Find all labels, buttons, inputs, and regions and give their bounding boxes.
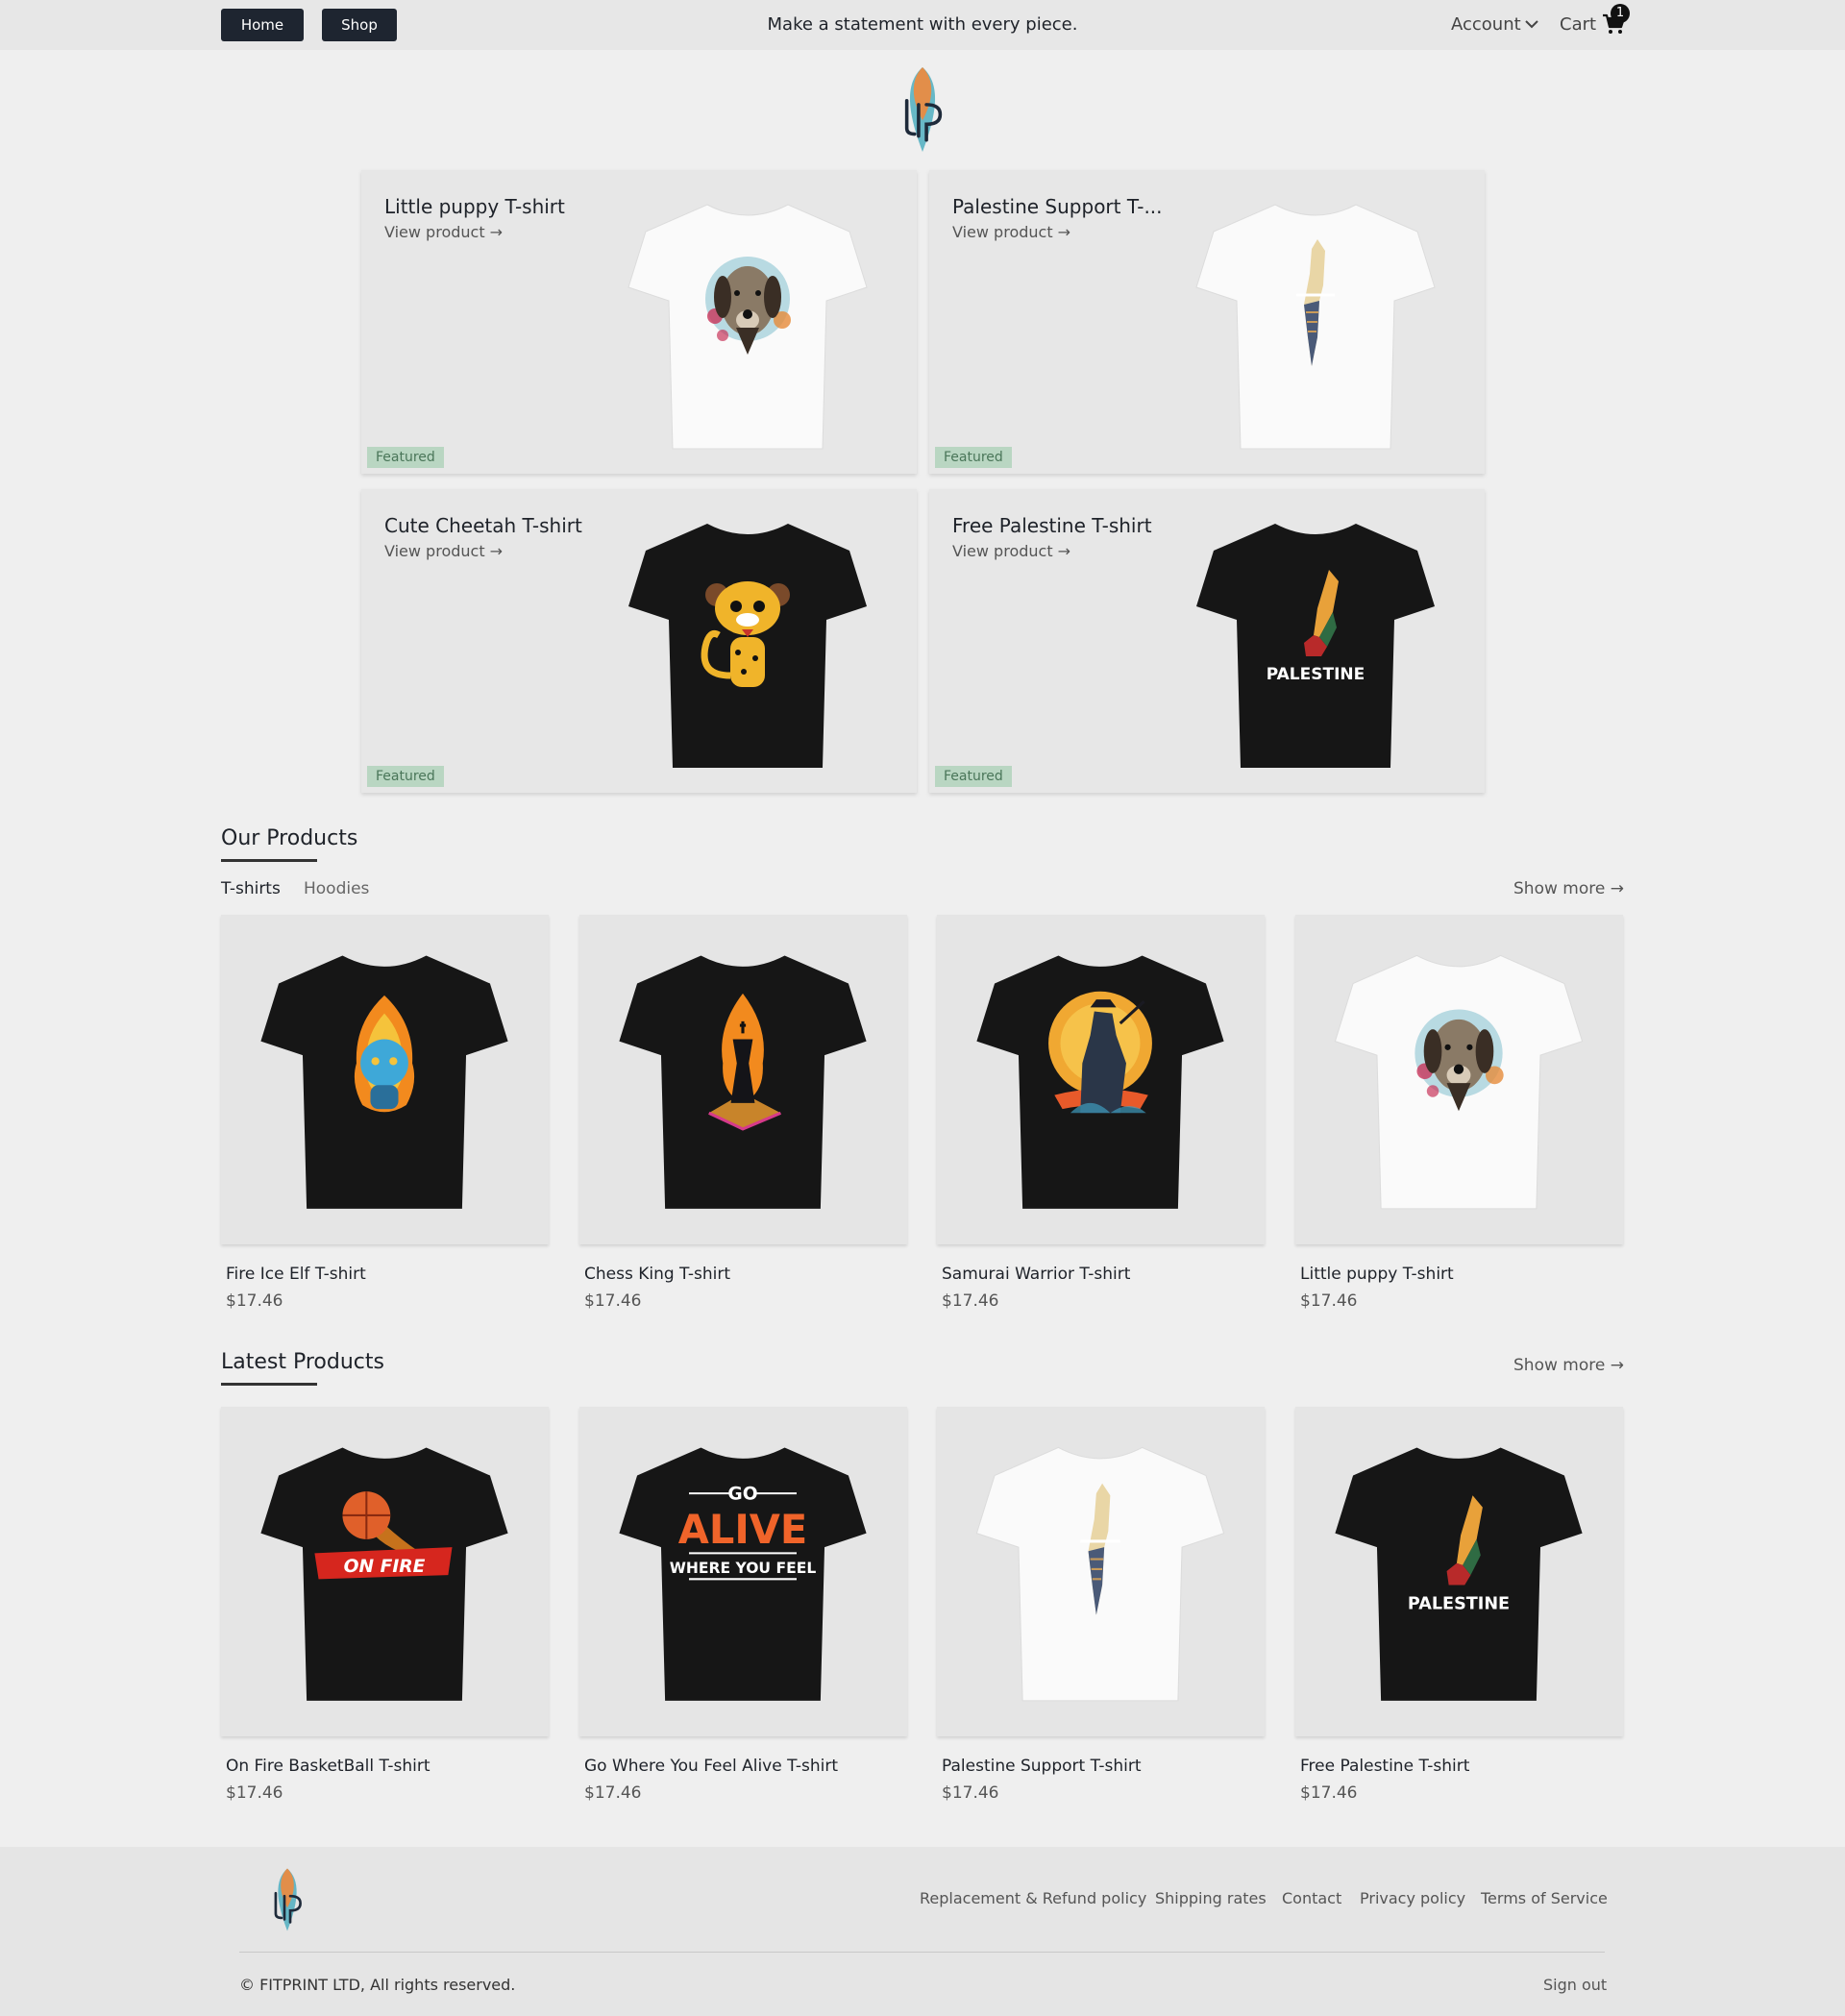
- view-product-link[interactable]: View product →: [952, 542, 1070, 560]
- product-name[interactable]: Go Where You Feel Alive T-shirt: [584, 1757, 838, 1776]
- product-price: $17.46: [1300, 1291, 1358, 1311]
- product-image[interactable]: [937, 1407, 1265, 1736]
- product-name[interactable]: Palestine Support T-shirt: [942, 1757, 1142, 1776]
- product-card[interactable]: Samurai Warrior T-shirt $17.46: [937, 915, 1265, 1311]
- heading-underline: [221, 859, 317, 862]
- account-label: Account: [1451, 14, 1521, 35]
- product-image[interactable]: PALESTINE: [1295, 1407, 1623, 1736]
- product-name[interactable]: Fire Ice Elf T-shirt: [226, 1265, 366, 1284]
- print-text: GO: [727, 1484, 757, 1504]
- featured-title: Palestine Support T-...: [952, 195, 1163, 218]
- show-more-link[interactable]: Show more →: [1513, 1356, 1624, 1375]
- account-menu[interactable]: Account: [1451, 14, 1538, 35]
- product-card[interactable]: GO ALIVE WHERE YOU FEEL Go Where You Fee…: [579, 1407, 907, 1803]
- cart-count-badge: 1: [1611, 4, 1630, 23]
- footer-divider: [239, 1952, 1605, 1953]
- show-more-link[interactable]: Show more →: [1513, 879, 1624, 898]
- black-tshirt-image: PALESTINE: [1191, 512, 1440, 772]
- sign-out-link[interactable]: Sign out: [1543, 1976, 1607, 1994]
- black-tshirt-image: [613, 944, 873, 1213]
- product-card[interactable]: Fire Ice Elf T-shirt $17.46: [221, 915, 549, 1311]
- product-card[interactable]: Little puppy T-shirt $17.46: [1295, 915, 1623, 1311]
- white-tshirt-image: [1191, 193, 1440, 453]
- footer-logo[interactable]: [263, 1867, 311, 1932]
- product-price: $17.46: [942, 1291, 999, 1311]
- black-tshirt-image: GO ALIVE WHERE YOU FEEL: [613, 1436, 873, 1705]
- brand-logo[interactable]: [890, 65, 955, 154]
- featured-card[interactable]: Cute Cheetah T-shirt View product → Feat…: [361, 489, 917, 793]
- product-image[interactable]: [221, 915, 549, 1244]
- product-price: $17.46: [942, 1783, 999, 1803]
- black-tshirt-image: [623, 512, 873, 772]
- footer-link-terms-of-service[interactable]: Terms of Service: [1481, 1889, 1608, 1907]
- product-card[interactable]: Chess King T-shirt $17.46: [579, 915, 907, 1311]
- product-price: $17.46: [1300, 1783, 1358, 1803]
- product-image[interactable]: [1295, 915, 1623, 1244]
- product-price: $17.46: [226, 1783, 283, 1803]
- white-tshirt-image: [623, 193, 873, 453]
- product-card[interactable]: ON FIRE On Fire BasketBall T-shirt $17.4…: [221, 1407, 549, 1803]
- product-name[interactable]: Samurai Warrior T-shirt: [942, 1265, 1130, 1284]
- cart-link[interactable]: Cart: [1560, 14, 1596, 35]
- product-image[interactable]: GO ALIVE WHERE YOU FEEL: [579, 1407, 907, 1736]
- view-product-link[interactable]: View product →: [952, 223, 1070, 241]
- black-tshirt-image: PALESTINE: [1329, 1436, 1588, 1705]
- featured-card[interactable]: Free Palestine T-shirt View product → PA…: [929, 489, 1485, 793]
- print-text: ALIVE: [678, 1506, 807, 1553]
- footer-link-shipping-rates[interactable]: Shipping rates: [1155, 1889, 1267, 1907]
- product-name[interactable]: Little puppy T-shirt: [1300, 1265, 1454, 1284]
- view-product-link[interactable]: View product →: [384, 223, 503, 241]
- print-text: PALESTINE: [1267, 665, 1365, 684]
- print-text: WHERE YOU FEEL: [670, 1560, 817, 1577]
- featured-card[interactable]: Palestine Support T-... View product → F…: [929, 170, 1485, 474]
- product-card[interactable]: PALESTINE Free Palestine T-shirt $17.46: [1295, 1407, 1623, 1803]
- print-text: PALESTINE: [1408, 1594, 1510, 1613]
- product-name[interactable]: On Fire BasketBall T-shirt: [226, 1757, 430, 1776]
- product-image[interactable]: [579, 915, 907, 1244]
- samurai-icon: [1048, 991, 1152, 1114]
- white-tshirt-image: [971, 1436, 1230, 1705]
- heading-underline: [221, 1383, 317, 1386]
- footer-link-refund-policy[interactable]: Replacement & Refund policy: [920, 1889, 1146, 1907]
- our-products-heading: Our Products: [221, 826, 358, 850]
- product-image[interactable]: ON FIRE: [221, 1407, 549, 1736]
- view-product-link[interactable]: View product →: [384, 542, 503, 560]
- featured-title: Free Palestine T-shirt: [952, 514, 1152, 537]
- latest-products-heading: Latest Products: [221, 1350, 384, 1374]
- product-price: $17.46: [584, 1783, 642, 1803]
- product-name[interactable]: Chess King T-shirt: [584, 1265, 730, 1284]
- cart-label: Cart: [1560, 14, 1597, 35]
- tab-hoodies[interactable]: Hoodies: [304, 879, 369, 898]
- chevron-down-icon: [1525, 20, 1538, 29]
- product-price: $17.46: [584, 1291, 642, 1311]
- product-image[interactable]: [937, 915, 1265, 1244]
- black-tshirt-image: [255, 944, 514, 1213]
- featured-title: Cute Cheetah T-shirt: [384, 514, 582, 537]
- product-card[interactable]: Palestine Support T-shirt $17.46: [937, 1407, 1265, 1803]
- black-tshirt-image: ON FIRE: [255, 1436, 514, 1705]
- featured-badge: Featured: [935, 766, 1012, 787]
- featured-card[interactable]: Little puppy T-shirt View product → Feat…: [361, 170, 917, 474]
- product-name[interactable]: Free Palestine T-shirt: [1300, 1757, 1469, 1776]
- featured-badge: Featured: [367, 447, 444, 468]
- black-tshirt-image: [971, 944, 1230, 1213]
- copyright-text: © FITPRINT LTD, All rights reserved.: [239, 1976, 516, 1994]
- footer-link-privacy-policy[interactable]: Privacy policy: [1360, 1889, 1465, 1907]
- tab-tshirts[interactable]: T-shirts: [221, 879, 281, 898]
- white-tshirt-image: [1329, 944, 1588, 1213]
- footer-link-contact[interactable]: Contact: [1282, 1889, 1341, 1907]
- product-price: $17.46: [226, 1291, 283, 1311]
- featured-badge: Featured: [935, 447, 1012, 468]
- featured-title: Little puppy T-shirt: [384, 195, 565, 218]
- print-text: ON FIRE: [344, 1557, 426, 1577]
- featured-badge: Featured: [367, 766, 444, 787]
